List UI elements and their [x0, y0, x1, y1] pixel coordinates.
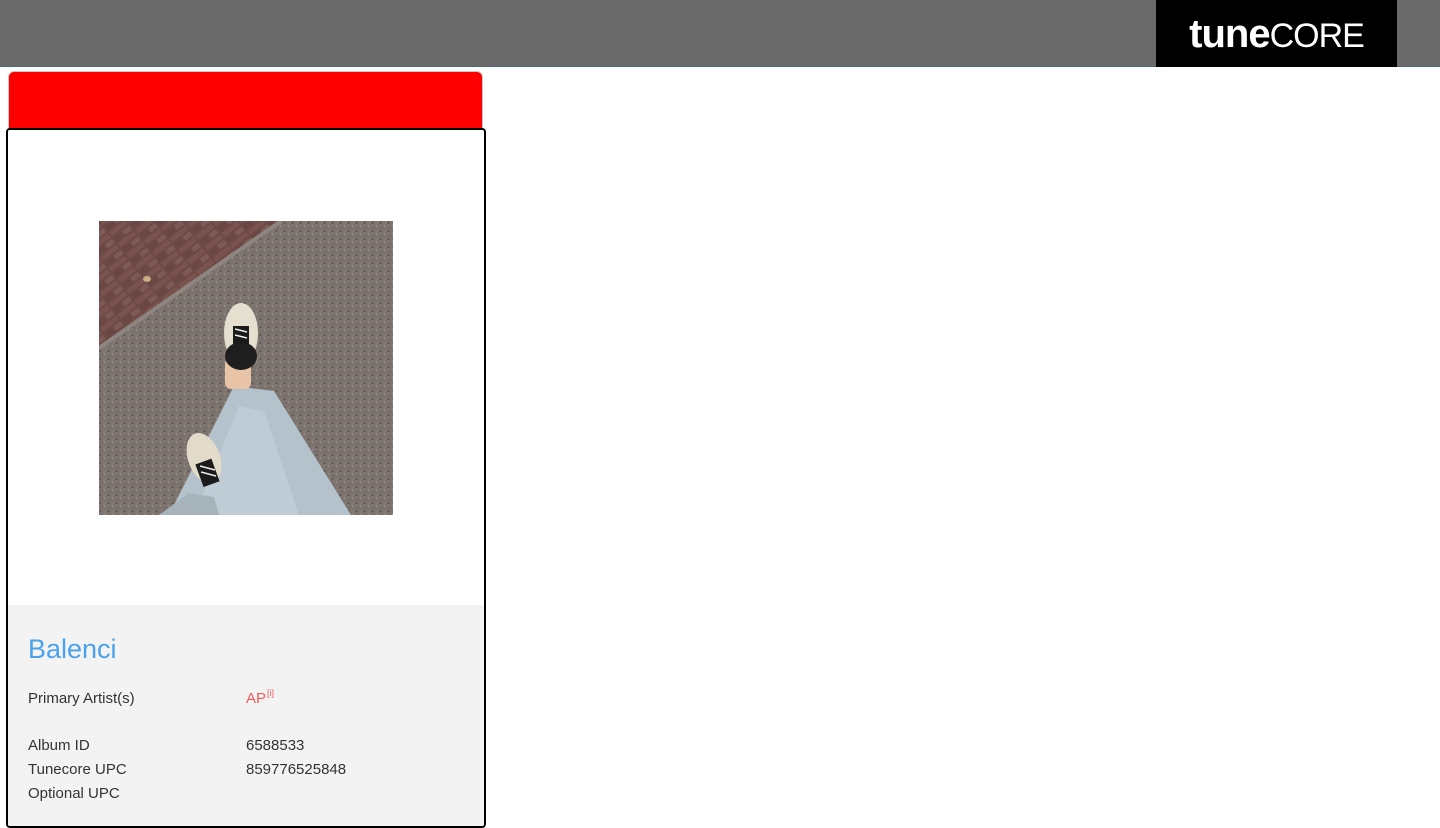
album-id-value: 6588533	[246, 737, 305, 754]
tunecore-upc-label: Tunecore UPC	[28, 761, 127, 778]
top-header-bar: tuneCORE	[0, 0, 1440, 67]
logo-wordmark: tuneCORE	[1189, 11, 1365, 56]
logo-part-core: CORE	[1269, 16, 1365, 55]
album-id-row: Album ID 6588533	[28, 737, 468, 757]
primary-artist-link[interactable]: AP	[246, 690, 266, 707]
optional-upc-row: Optional UPC	[28, 785, 468, 805]
optional-upc-label: Optional UPC	[28, 785, 120, 802]
logo-part-tune: tune	[1189, 11, 1270, 56]
primary-artist-label: Primary Artist(s)	[28, 690, 135, 707]
album-card-status-tab	[8, 71, 483, 131]
album-artwork-image[interactable]	[99, 221, 393, 515]
artwork-area	[8, 130, 484, 605]
primary-artist-row: Primary Artist(s) AP[i]	[28, 688, 468, 710]
tunecore-upc-row: Tunecore UPC 859776525848	[28, 761, 468, 781]
tunecore-upc-value: 859776525848	[246, 761, 347, 778]
album-id-label: Album ID	[28, 737, 90, 754]
artist-info-icon[interactable]: [i]	[267, 688, 274, 698]
primary-artist-value: AP[i]	[246, 688, 274, 707]
album-info-panel: Balenci Primary Artist(s) AP[i] Album ID…	[8, 605, 484, 826]
album-card: Balenci Primary Artist(s) AP[i] Album ID…	[6, 128, 486, 828]
album-title[interactable]: Balenci	[28, 634, 117, 665]
tunecore-logo[interactable]: tuneCORE	[1156, 0, 1397, 67]
